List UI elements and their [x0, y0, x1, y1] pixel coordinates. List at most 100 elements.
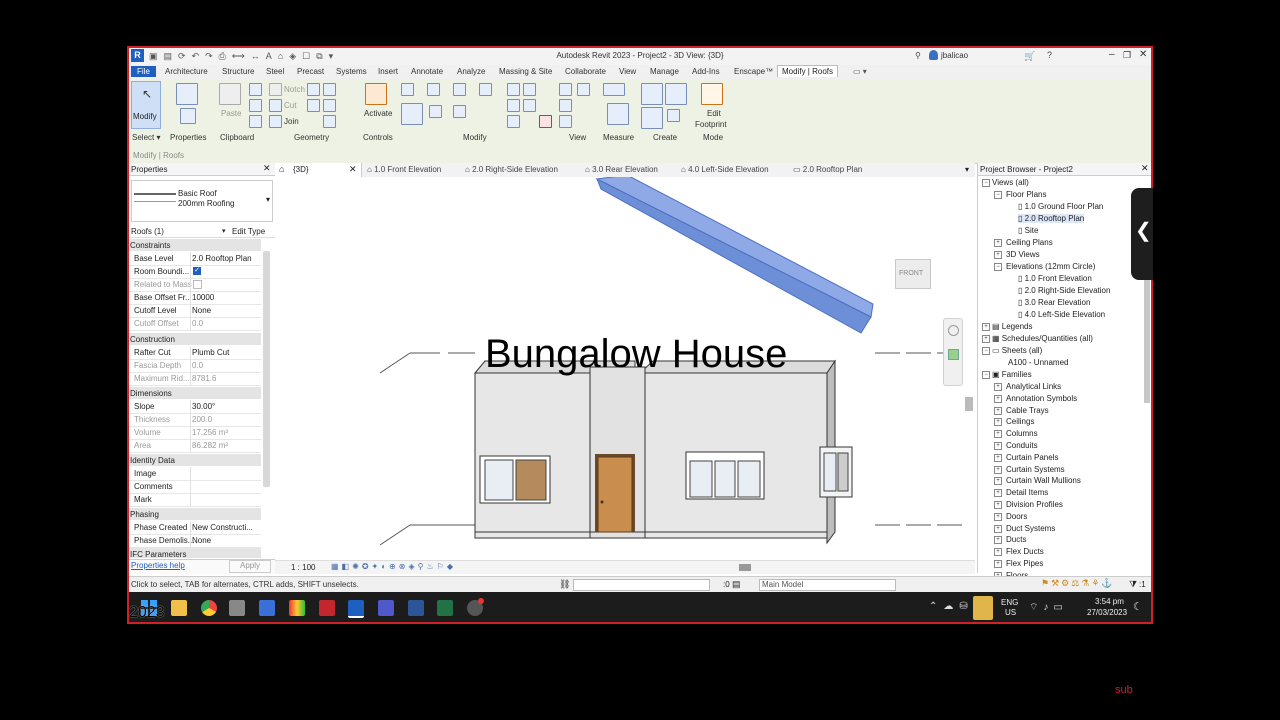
tree-ground-floor-plan[interactable]: ▯ 1.0 Ground Floor Plan	[1018, 202, 1103, 211]
tab-manage[interactable]: Manage	[650, 67, 679, 76]
linework-icon[interactable]	[577, 83, 590, 96]
remove-paint-icon[interactable]	[323, 115, 336, 128]
notch-icon[interactable]	[269, 83, 282, 96]
wall-joins-icon[interactable]	[307, 83, 320, 96]
edit-type-button[interactable]: Edit Type	[232, 227, 265, 236]
tree-elevations[interactable]: Elevations (12mm Circle)	[1006, 262, 1095, 271]
demolish-icon[interactable]	[323, 99, 336, 112]
join-icon[interactable]	[269, 115, 282, 128]
expand-icon[interactable]: +	[994, 536, 1002, 545]
collapse-icon[interactable]: −	[982, 179, 990, 187]
tree-family-item[interactable]: Curtain Panels	[1006, 453, 1058, 462]
tree-family-item[interactable]: Curtain Systems	[1006, 465, 1065, 474]
tree-family-item[interactable]: Flex Ducts	[1006, 547, 1044, 556]
tab-enscape[interactable]: Enscape™	[734, 67, 773, 76]
expand-icon[interactable]: +	[994, 465, 1002, 474]
language-region[interactable]: US	[1005, 608, 1016, 617]
worksets-icon[interactable]: ⛓	[559, 579, 570, 590]
tree-family-item[interactable]: Detail Items	[1006, 488, 1048, 497]
browser-scrollbar[interactable]	[1144, 263, 1150, 403]
pin-icon[interactable]	[523, 99, 536, 112]
tab-view[interactable]: View	[619, 67, 636, 76]
tree-front-elevation[interactable]: ▯ 1.0 Front Elevation	[1018, 274, 1092, 283]
minimize-button[interactable]: –	[1109, 49, 1115, 60]
prop-image[interactable]: Image	[129, 467, 261, 481]
tree-family-item[interactable]: Annotation Symbols	[1006, 394, 1077, 403]
ribbon-toggle-icon[interactable]: ▭ ▾	[853, 67, 867, 76]
tree-legends[interactable]: ▤ Legends	[992, 322, 1032, 331]
create-parts-icon[interactable]	[665, 83, 687, 105]
split-face-icon[interactable]	[323, 83, 336, 96]
cut-geometry-icon[interactable]	[269, 99, 282, 112]
side-panel-handle[interactable]: ❮	[1131, 188, 1153, 280]
expand-icon[interactable]: +	[994, 406, 1002, 415]
tree-sheet-a100[interactable]: A100 - Unnamed	[1008, 358, 1068, 367]
group-identity-data[interactable]: Identity Data	[129, 454, 261, 466]
activate-icon[interactable]	[365, 83, 387, 105]
expand-icon[interactable]: +	[994, 524, 1002, 533]
viewcube[interactable]: FRONT	[895, 259, 931, 289]
tree-family-item[interactable]: Duct Systems	[1006, 524, 1055, 533]
tree-family-item[interactable]: Curtain Wall Mullions	[1006, 476, 1081, 485]
expand-icon[interactable]: +	[994, 239, 1002, 247]
expand-icon[interactable]: +	[982, 323, 990, 331]
tree-right-elevation[interactable]: ▯ 2.0 Right-Side Elevation	[1018, 286, 1110, 295]
prop-phase-demolished[interactable]: Phase Demolis... None	[129, 534, 261, 548]
calendar-icon[interactable]	[259, 600, 275, 616]
tree-family-item[interactable]: Division Profiles	[1006, 500, 1063, 509]
expand-icon[interactable]: +	[994, 501, 1002, 509]
tab-rooftop-plan[interactable]: ▭ 2.0 Rooftop Plan	[793, 165, 862, 174]
tray-icons[interactable]: ⌃☁⛁	[929, 601, 974, 612]
hide-icon[interactable]	[559, 83, 572, 96]
clock-date[interactable]: 27/03/2023	[1087, 608, 1127, 617]
prop-room-bounding[interactable]: Room Boundi... ✓	[129, 265, 261, 279]
group-constraints[interactable]: Constraints	[129, 239, 261, 251]
tree-rooftop-plan[interactable]: ▯ 2.0 Rooftop Plan	[1018, 214, 1085, 223]
door[interactable]	[597, 456, 633, 533]
group-construction[interactable]: Construction	[129, 333, 261, 345]
expand-icon[interactable]: +	[994, 560, 1002, 568]
expand-icon[interactable]: +	[994, 548, 1002, 557]
prop-base-offset[interactable]: Base Offset Fr... 10000	[129, 291, 261, 305]
tree-family-item[interactable]: Columns	[1006, 429, 1038, 438]
prop-cutoff-level[interactable]: Cutoff Level None	[129, 304, 261, 318]
tab-analyze[interactable]: Analyze	[457, 67, 485, 76]
instance-filter-label[interactable]: Roofs (1)	[131, 227, 164, 236]
microphone-icon[interactable]	[973, 596, 993, 620]
tree-family-item[interactable]: Ducts	[1006, 535, 1026, 544]
paste-icon[interactable]	[219, 83, 241, 105]
collapse-icon[interactable]: −	[982, 371, 990, 379]
help-icon[interactable]: ?	[1047, 50, 1052, 60]
mirror-axis-icon[interactable]	[453, 83, 466, 96]
create-group-icon[interactable]	[641, 107, 663, 129]
override-graphics-icon[interactable]	[559, 99, 572, 112]
file-explorer-icon[interactable]	[171, 600, 187, 616]
drawing-area[interactable]: Bungalow House FRONT	[275, 177, 975, 572]
tree-rear-elevation[interactable]: ▯ 3.0 Rear Elevation	[1018, 298, 1090, 307]
group-dimensions[interactable]: Dimensions	[129, 387, 261, 399]
selection-box-icon[interactable]	[559, 115, 572, 128]
select-panel-label[interactable]: Select ▾	[132, 133, 160, 142]
tree-families[interactable]: ▣ Families	[992, 370, 1032, 379]
autocad-icon[interactable]	[319, 600, 335, 616]
cut-clip-icon[interactable]	[249, 99, 262, 112]
cart-icon[interactable]: 🛒	[1024, 51, 1035, 62]
canvas-scrollbar-vertical[interactable]	[965, 397, 973, 411]
expand-icon[interactable]: +	[994, 442, 1002, 450]
tab-close-icon[interactable]: ✕	[349, 164, 357, 175]
paint-icon[interactable]	[307, 99, 320, 112]
workset-dropdown[interactable]	[573, 579, 710, 591]
properties-icon[interactable]	[176, 83, 198, 105]
type-properties-icon[interactable]	[180, 108, 196, 124]
tree-family-item[interactable]: Analytical Links	[1006, 382, 1061, 391]
tree-3d-views[interactable]: 3D Views	[1006, 250, 1040, 259]
tab-massing-site[interactable]: Massing & Site	[499, 67, 552, 76]
tree-family-item[interactable]: Flex Pipes	[1006, 559, 1043, 568]
tab-file[interactable]: File	[131, 66, 156, 77]
properties-close-icon[interactable]: ✕	[263, 163, 271, 174]
expand-icon[interactable]: +	[994, 430, 1002, 439]
notifications-icon[interactable]: ☾	[1133, 600, 1143, 613]
prop-phase-created[interactable]: Phase Created New Constructi...	[129, 521, 261, 535]
split-icon[interactable]	[507, 83, 520, 96]
tab-steel[interactable]: Steel	[266, 67, 284, 76]
